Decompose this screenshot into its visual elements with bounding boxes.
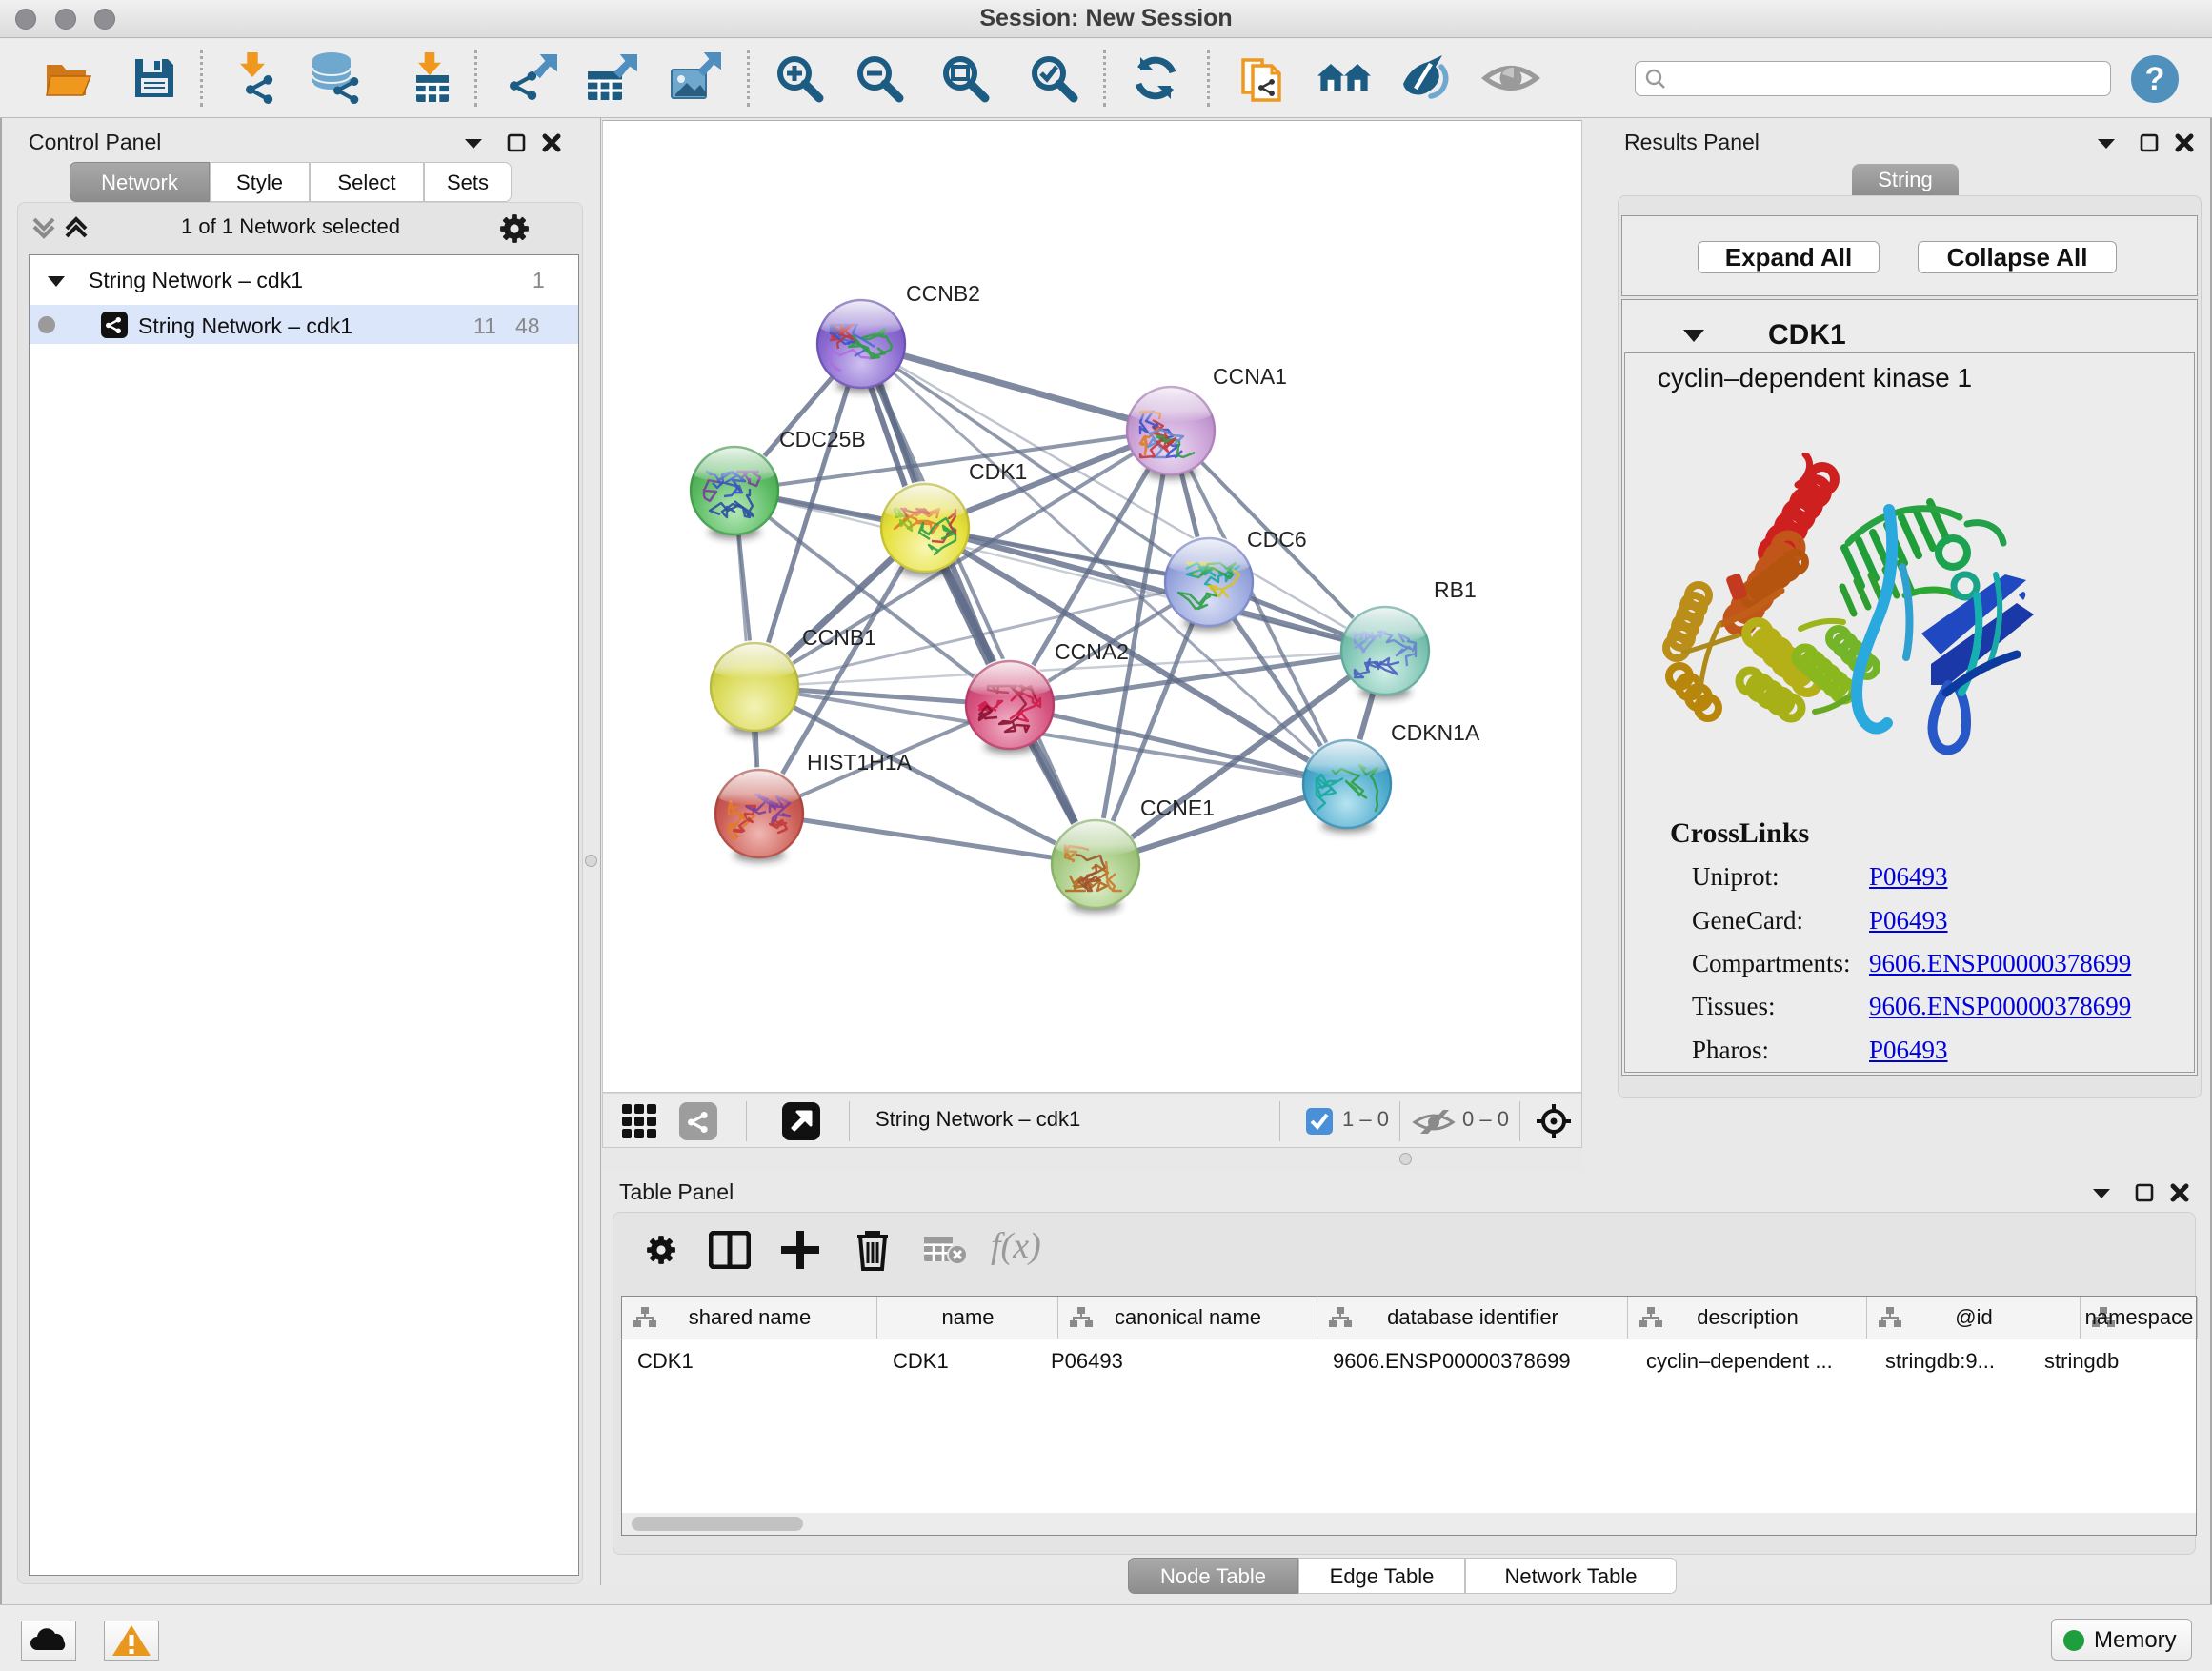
svg-text:CDK1: CDK1	[969, 459, 1027, 484]
svg-text:HIST1H1A: HIST1H1A	[807, 750, 913, 775]
svg-text:CCNB2: CCNB2	[906, 281, 980, 306]
svg-text:CDC25B: CDC25B	[779, 427, 866, 452]
svg-text:CCNB1: CCNB1	[802, 625, 876, 650]
svg-text:RB1: RB1	[1434, 577, 1477, 602]
svg-text:CCNE1: CCNE1	[1140, 795, 1215, 820]
svg-text:CCNA1: CCNA1	[1213, 364, 1287, 389]
svg-text:CDC6: CDC6	[1247, 527, 1307, 552]
svg-text:CDKN1A: CDKN1A	[1391, 720, 1480, 745]
svg-text:CCNA2: CCNA2	[1055, 639, 1129, 664]
